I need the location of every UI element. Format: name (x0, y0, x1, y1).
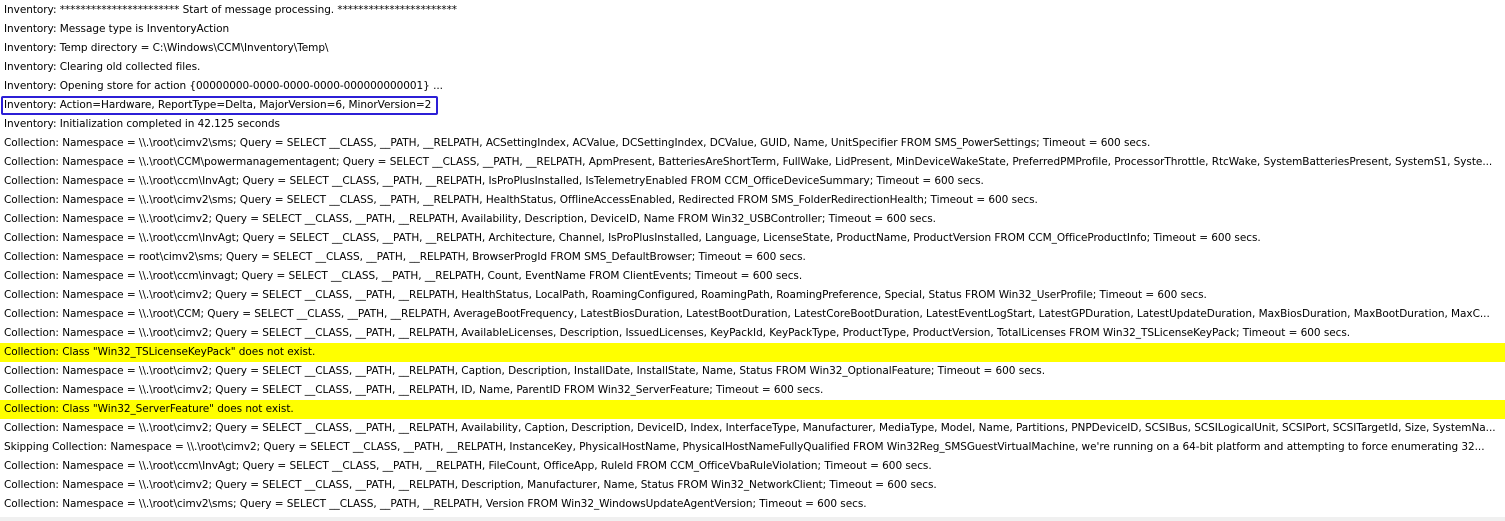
log-line-warning[interactable]: Collection: Class "Win32_ServerFeature" … (0, 400, 1505, 419)
horizontal-scrollbar[interactable] (0, 517, 1505, 521)
log-line[interactable]: Collection: Namespace = \\.\root\cimv2; … (0, 324, 1505, 343)
log-line[interactable]: Collection: Namespace = \\.\root\ccm\Inv… (0, 229, 1505, 248)
log-line[interactable]: Inventory: Clearing old collected files. (0, 58, 1505, 77)
log-line[interactable]: Collection: Namespace = \\.\root\cimv2\s… (0, 191, 1505, 210)
log-line[interactable]: Inventory: Opening store for action {000… (0, 77, 1505, 96)
log-line[interactable]: Inventory: Initialization completed in 4… (0, 115, 1505, 134)
log-line[interactable]: Collection: Namespace = \\.\root\ccm\Inv… (0, 172, 1505, 191)
log-line[interactable]: Collection: Namespace = \\.\root\cimv2\s… (0, 495, 1505, 514)
log-line[interactable]: Collection: Namespace = \\.\root\cimv2; … (0, 286, 1505, 305)
log-line[interactable]: Collection: Namespace = \\.\root\cimv2; … (0, 362, 1505, 381)
log-line[interactable]: Collection: Namespace = \\.\root\cimv2; … (0, 210, 1505, 229)
log-line[interactable]: Collection: Namespace = \\.\root\cimv2\s… (0, 134, 1505, 153)
log-line-warning[interactable]: Collection: Class "Win32_TSLicenseKeyPac… (0, 343, 1505, 362)
log-line[interactable]: Collection: Namespace = \\.\root\cimv2; … (0, 419, 1505, 438)
log-line[interactable]: Collection: Namespace = \\.\root\cimv2; … (0, 476, 1505, 495)
log-line[interactable]: Collection: Namespace = \\.\root\CCM; Qu… (0, 305, 1505, 324)
log-viewer[interactable]: Inventory: *********************** Start… (0, 0, 1505, 521)
log-line[interactable]: Collection: Namespace = \\.\root\ccm\Inv… (0, 457, 1505, 476)
log-line[interactable]: Collection: Namespace = root\cimv2\sms; … (0, 248, 1505, 267)
log-line[interactable]: Inventory: Temp directory = C:\Windows\C… (0, 39, 1505, 58)
log-line-selected[interactable]: Inventory: Action=Hardware, ReportType=D… (1, 96, 438, 115)
log-line[interactable]: Collection: Namespace = \\.\root\cimv2; … (0, 381, 1505, 400)
log-line[interactable]: Collection: Namespace = \\.\root\CCM\pow… (0, 153, 1505, 172)
log-list: Inventory: *********************** Start… (0, 0, 1505, 514)
log-line[interactable]: Skipping Collection: Namespace = \\.\roo… (0, 438, 1505, 457)
log-line[interactable]: Collection: Namespace = \\.\root\ccm\inv… (0, 267, 1505, 286)
log-line[interactable]: Inventory: Message type is InventoryActi… (0, 20, 1505, 39)
log-line[interactable]: Inventory: *********************** Start… (0, 0, 1505, 20)
